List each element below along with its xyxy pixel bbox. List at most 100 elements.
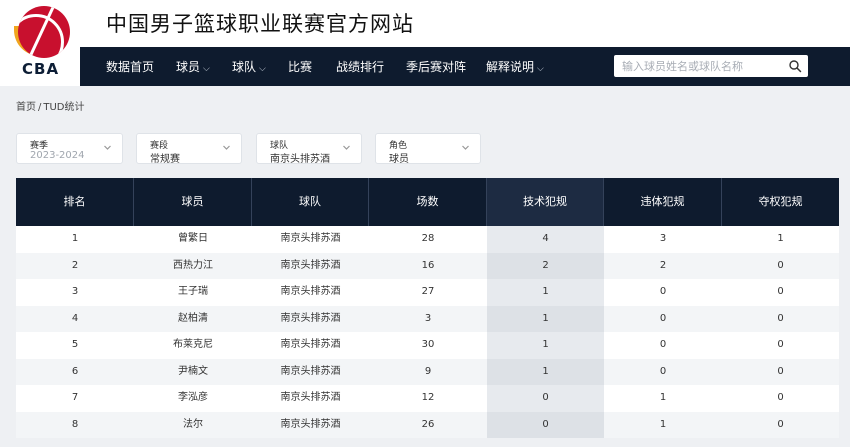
cell-ejection-fouls: 0 <box>777 259 784 271</box>
cell-player[interactable]: 曾繁日 <box>134 226 252 253</box>
column-header-team[interactable]: 球队 <box>252 178 369 226</box>
cell-player[interactable]: 布莱克尼 <box>134 332 252 359</box>
chevron-down-icon: ⌵ <box>259 64 266 74</box>
site-title: 中国男子篮球职业联赛官方网站 <box>106 12 414 36</box>
cell-team[interactable]: 南京头排苏酒 <box>252 332 369 359</box>
cell-player[interactable]: 尹楠文 <box>134 359 252 386</box>
nav-item-label: 比赛 <box>288 60 313 74</box>
cba-logo[interactable]: CBA <box>14 6 74 80</box>
cell-team[interactable]: 南京头排苏酒 <box>252 385 369 412</box>
cell-games: 30 <box>421 339 435 350</box>
cell-technical-fouls: 1 <box>487 305 604 332</box>
cell-rank: 5 <box>71 339 79 350</box>
nav-item-playoffs[interactable]: 季后赛对阵 <box>406 58 466 75</box>
cell-ejection-fouls: 0 <box>777 392 784 403</box>
cell-games: 3 <box>424 312 432 324</box>
cell-player[interactable]: 王子瑞 <box>134 279 252 306</box>
nav-item-games[interactable]: 比赛 <box>288 58 312 75</box>
table-row: 8 法尔 南京头排苏酒 26 0 1 0 <box>16 411 839 439</box>
cell-player[interactable]: 赵柏清 <box>134 306 252 333</box>
cell-rank: 6 <box>71 365 79 377</box>
cell-ejection-fouls: 0 <box>777 312 784 324</box>
cell-technical-fouls: 1 <box>487 358 604 385</box>
chevron-down-icon: ⌵ <box>203 64 210 74</box>
cell-games: 26 <box>421 418 435 430</box>
cell-flagrant-fouls: 3 <box>659 233 667 244</box>
cell-rank: 1 <box>71 233 79 244</box>
search-input[interactable] <box>614 55 784 77</box>
cell-team[interactable]: 南京头排苏酒 <box>252 253 369 280</box>
table-header: 排名 球员 球队 场数 技术犯规 违体犯规 夺权犯规 <box>16 178 839 226</box>
filter-value: 南京头排苏酒 <box>270 154 330 165</box>
breadcrumb-separator: / <box>38 102 42 113</box>
logo-text: CBA <box>22 60 60 78</box>
column-header-player[interactable]: 球员 <box>134 178 252 226</box>
table-row: 2 西热力江 南京头排苏酒 16 2 2 0 <box>16 252 839 280</box>
nav-item-label: 解释说明 <box>486 60 535 74</box>
cell-flagrant-fouls: 2 <box>659 259 667 271</box>
breadcrumb-home[interactable]: 首页 <box>16 102 36 113</box>
table-row: 5 布莱克尼 南京头排苏酒 30 1 0 0 <box>16 332 839 359</box>
cell-games: 12 <box>421 392 435 403</box>
season-select[interactable]: 赛季 2023-2024 <box>16 133 123 164</box>
filter-value: 2023-2024 <box>30 150 85 161</box>
column-header-games[interactable]: 场数 <box>369 178 487 226</box>
role-select[interactable]: 角色 球员 <box>375 133 481 165</box>
cell-flagrant-fouls: 0 <box>659 365 667 377</box>
team-select[interactable]: 球队 南京头排苏酒 <box>256 133 362 165</box>
cell-team[interactable]: 南京头排苏酒 <box>252 359 369 386</box>
cell-team[interactable]: 南京头排苏酒 <box>252 412 369 439</box>
main-nav: 数据首页 球员 ⌵ 球队 ⌵ 比赛 战绩排行 季后赛对阵 解释说明 ⌵ <box>80 47 850 86</box>
column-header-ejection-fouls[interactable]: 夺权犯规 <box>722 178 839 226</box>
cell-player[interactable]: 李泓彦 <box>134 385 252 412</box>
filter-value: 常规赛 <box>150 154 180 165</box>
cell-rank: 3 <box>71 286 79 297</box>
nav-item-explanation[interactable]: 解释说明 ⌵ <box>486 58 544 75</box>
cell-flagrant-fouls: 0 <box>659 312 667 324</box>
column-header-technical-fouls[interactable]: 技术犯规 <box>487 178 604 226</box>
cell-rank: 7 <box>71 392 79 403</box>
chevron-down-icon: ⌵ <box>537 64 544 74</box>
nav-item-standings[interactable]: 战绩排行 <box>336 58 384 75</box>
cell-ejection-fouls: 0 <box>777 286 784 297</box>
chevron-down-icon <box>343 145 350 150</box>
cell-rank: 2 <box>71 259 79 271</box>
cell-technical-fouls: 4 <box>487 226 604 253</box>
cell-flagrant-fouls: 1 <box>659 392 667 403</box>
nav-item-label: 战绩排行 <box>336 60 385 74</box>
cell-rank: 4 <box>71 312 79 324</box>
cell-ejection-fouls: 0 <box>777 365 784 377</box>
cell-player[interactable]: 法尔 <box>134 412 252 439</box>
table-row: 6 尹楠文 南京头排苏酒 9 1 0 0 <box>16 358 839 386</box>
table-row: 3 王子瑞 南京头排苏酒 27 1 0 0 <box>16 279 839 306</box>
cell-team[interactable]: 南京头排苏酒 <box>252 226 369 253</box>
basketball-icon <box>18 6 70 58</box>
cell-flagrant-fouls: 0 <box>659 286 667 297</box>
chevron-down-icon <box>462 145 469 150</box>
cell-ejection-fouls: 0 <box>777 339 784 350</box>
nav-item-data-home[interactable]: 数据首页 <box>106 58 154 75</box>
cell-technical-fouls: 0 <box>487 385 604 412</box>
nav-item-players[interactable]: 球员 ⌵ <box>176 58 210 75</box>
cell-flagrant-fouls: 0 <box>659 339 667 350</box>
breadcrumb-current: TUD统计 <box>43 102 85 113</box>
cell-technical-fouls: 2 <box>487 252 604 279</box>
nav-item-teams[interactable]: 球队 ⌵ <box>232 58 266 75</box>
cell-games: 27 <box>421 286 435 297</box>
table-row: 4 赵柏清 南京头排苏酒 3 1 0 0 <box>16 305 839 333</box>
breadcrumb: 首页 / TUD统计 <box>16 98 85 113</box>
search-box <box>614 55 808 77</box>
nav-item-label: 数据首页 <box>106 60 155 74</box>
column-header-rank[interactable]: 排名 <box>16 178 134 226</box>
column-header-flagrant-fouls[interactable]: 违体犯规 <box>604 178 722 226</box>
cell-technical-fouls: 1 <box>487 332 604 359</box>
table-row: 1 曾繁日 南京头排苏酒 28 4 3 1 <box>16 226 839 253</box>
search-icon[interactable] <box>788 59 802 73</box>
stage-select[interactable]: 赛段 常规赛 <box>136 133 242 165</box>
cell-player[interactable]: 西热力江 <box>134 253 252 280</box>
nav-item-label: 季后赛对阵 <box>406 60 467 74</box>
cell-team[interactable]: 南京头排苏酒 <box>252 279 369 306</box>
cell-team[interactable]: 南京头排苏酒 <box>252 306 369 333</box>
cell-technical-fouls: 0 <box>487 411 604 438</box>
site-header: CBA 中国男子篮球职业联赛官方网站 数据首页 球员 ⌵ 球队 ⌵ 比赛 战绩排行 … <box>0 0 850 86</box>
